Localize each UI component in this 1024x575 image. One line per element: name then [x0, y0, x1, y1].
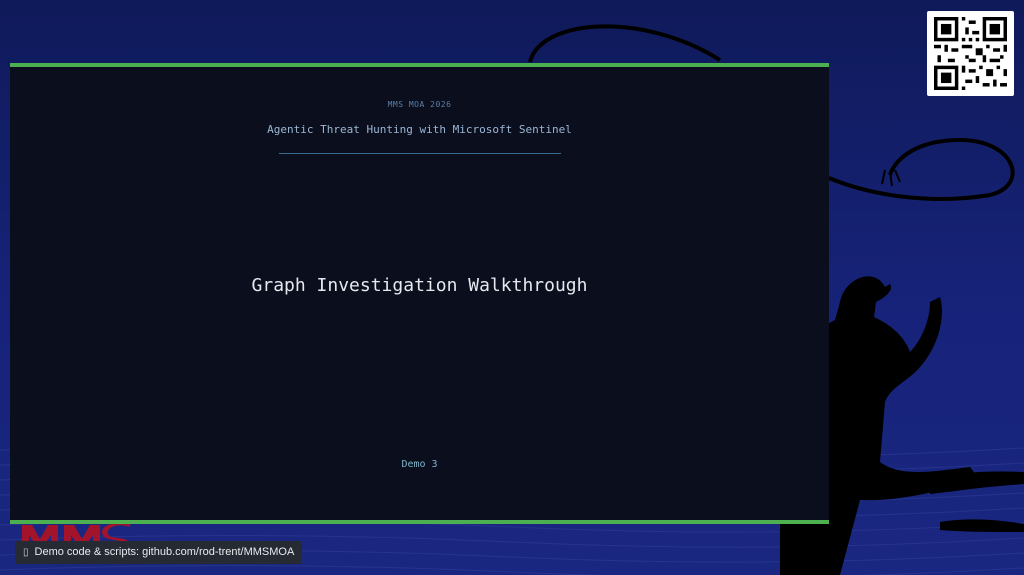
- session-subtitle: Agentic Threat Hunting with Microsoft Se…: [267, 123, 572, 136]
- code-icon: ▯: [23, 547, 29, 558]
- qr-code-icon: [934, 17, 1007, 90]
- demo-terminal-window: MMS MOA 2026 Agentic Threat Hunting with…: [10, 63, 829, 524]
- demo-label: Demo 3: [401, 459, 438, 470]
- demo-title: Graph Investigation Walkthrough: [251, 275, 588, 296]
- qr-code: [927, 11, 1014, 96]
- divider-line: [279, 153, 561, 154]
- footer-caption: ▯ Demo code & scripts: github.com/rod-tr…: [15, 541, 303, 564]
- event-kicker: MMS MOA 2026: [387, 100, 452, 109]
- footer-text: Demo code & scripts: github.com/rod-tren…: [34, 546, 295, 558]
